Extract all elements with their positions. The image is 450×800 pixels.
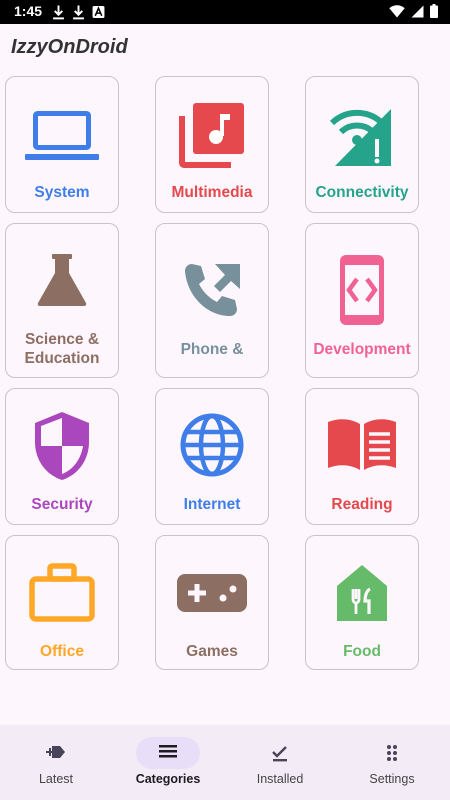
nav-installed[interactable]: Installed [224,725,336,800]
battery-icon [430,4,438,18]
nav-categories[interactable]: Categories [112,725,224,800]
shield-icon [35,412,89,480]
briefcase-icon [29,563,95,622]
nav-label: Categories [135,772,201,786]
nav-label: Latest [38,772,74,786]
category-office[interactable]: Office [5,535,119,670]
category-label: Internet [183,496,241,513]
category-label: Multimedia [171,184,253,201]
category-label: Security [31,496,93,513]
category-internet[interactable]: Internet [155,388,269,525]
category-label: Office [40,643,84,660]
category-science-education[interactable]: Science & Education [5,223,119,378]
category-food[interactable]: Food [305,535,419,670]
category-development[interactable]: Development [305,223,419,378]
gamepad-icon [177,574,247,612]
check-icon [272,746,287,762]
list-icon [159,745,177,758]
category-label: Development [313,341,411,358]
bottom-navigation: Latest Categories Installed Settings [0,725,450,800]
new-label-icon [46,746,65,758]
category-label: System [34,184,90,201]
wifi-signal-icon [329,109,391,166]
download-icon [73,5,84,20]
music-library-icon [179,103,244,168]
nav-label: Settings [369,772,415,786]
category-connectivity[interactable]: Connectivity [305,76,419,213]
category-label-line2: Education [24,350,100,367]
category-label: Phone & [180,341,244,358]
app-title: IzzyOnDroid [11,36,128,58]
book-icon [328,419,396,470]
category-system[interactable]: System [5,76,119,213]
category-security[interactable]: Security [5,388,119,525]
download-icon [53,5,64,20]
category-label: Food [343,643,381,660]
category-reading[interactable]: Reading [305,388,419,525]
category-multimedia[interactable]: Multimedia [155,76,269,213]
category-label-line1: Science & [24,331,100,348]
category-label: Games [186,643,238,660]
laptop-icon [25,111,99,160]
phone-forward-icon [185,264,240,316]
flask-icon [37,254,87,307]
category-label: Connectivity [315,184,409,201]
code-phone-icon [340,255,384,325]
dots-icon [387,745,397,761]
nav-label: Installed [256,772,304,786]
restaurant-icon [337,565,387,621]
status-time: 1:45 [14,3,43,19]
app-notification-icon [92,6,105,18]
category-phone[interactable]: Phone & [155,223,269,378]
nav-latest[interactable]: Latest [0,725,112,800]
globe-icon [180,413,244,477]
nav-settings[interactable]: Settings [336,725,448,800]
wifi-icon [389,4,405,17]
status-bar: 1:45 [0,0,450,24]
cellular-signal-icon [411,5,424,17]
category-label: Reading [331,496,393,513]
category-games[interactable]: Games [155,535,269,670]
